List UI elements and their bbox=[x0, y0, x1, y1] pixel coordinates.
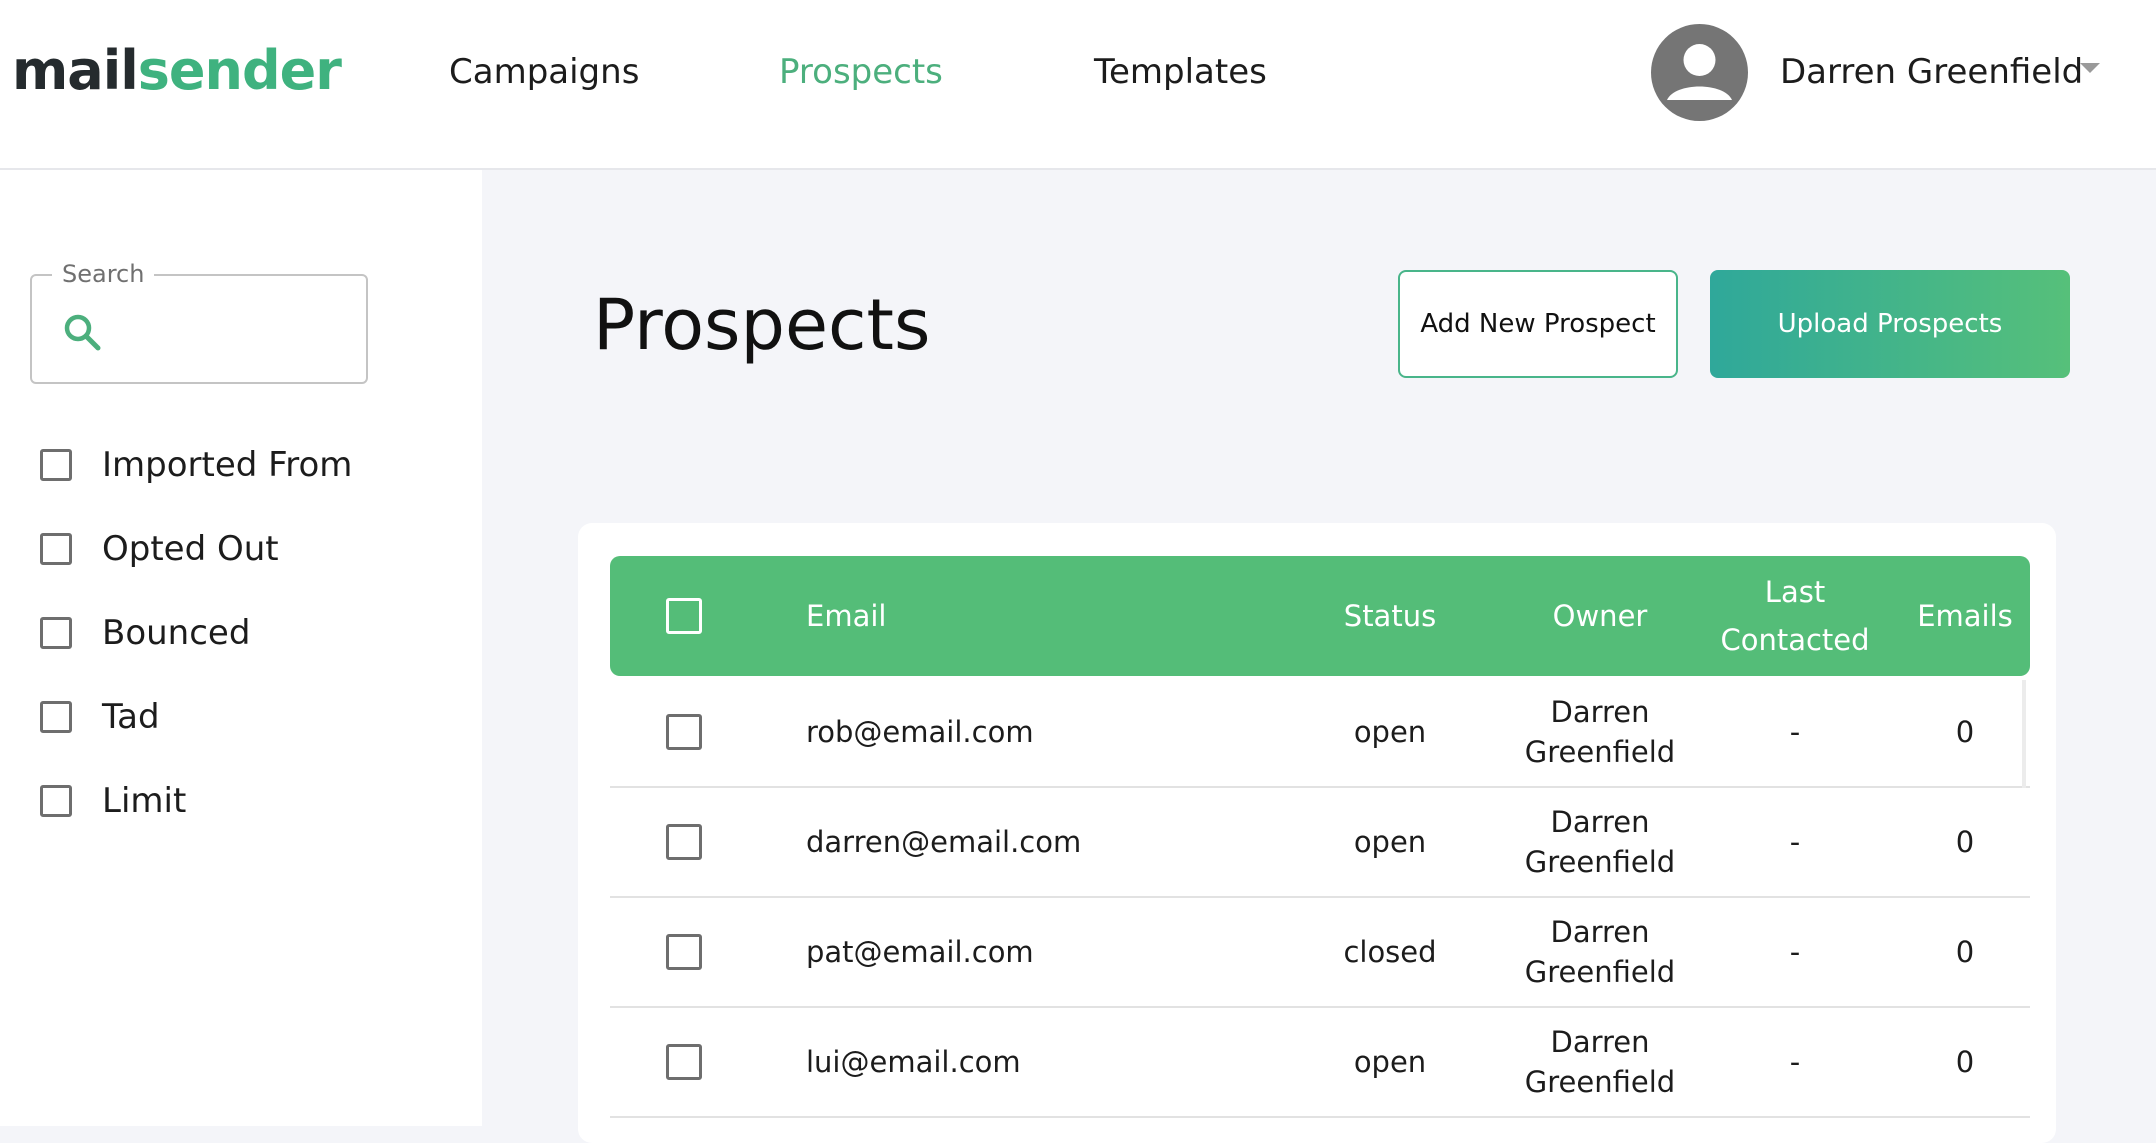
row-last-contacted: - bbox=[1789, 715, 1801, 749]
table-row[interactable]: lui@email.com open Darren Greenfield - 0 bbox=[610, 1008, 2030, 1118]
top-navbar: mailsender Campaigns Prospects Templates… bbox=[0, 0, 2156, 170]
row-owner-last: Greenfield bbox=[1524, 1065, 1676, 1099]
column-header-owner[interactable]: Owner bbox=[1500, 592, 1700, 640]
select-all-checkbox[interactable] bbox=[666, 598, 702, 634]
row-email[interactable]: darren@email.com bbox=[806, 788, 1081, 896]
table-row[interactable]: pat@email.com closed Darren Greenfield -… bbox=[610, 898, 2030, 1008]
row-owner-first: Darren bbox=[1550, 1025, 1650, 1059]
search-label: Search bbox=[52, 260, 155, 288]
person-icon bbox=[1667, 44, 1732, 100]
filter-sidebar: Search Imported From Opted Out Bounced T… bbox=[0, 170, 482, 1126]
row-owner: Darren Greenfield bbox=[1500, 788, 1700, 896]
row-last-contacted: - bbox=[1789, 1045, 1801, 1079]
search-input[interactable] bbox=[122, 302, 346, 360]
row-checkbox[interactable] bbox=[666, 824, 702, 860]
row-last-contacted: - bbox=[1789, 935, 1801, 969]
filter-label: Bounced bbox=[102, 613, 251, 653]
row-owner-last: Greenfield bbox=[1524, 845, 1676, 879]
logo-text-sender: sender bbox=[137, 39, 342, 102]
row-owner-last: Greenfield bbox=[1524, 735, 1676, 769]
nav-campaigns[interactable]: Campaigns bbox=[449, 50, 639, 94]
column-header-last-contacted[interactable]: Last Contacted bbox=[1690, 568, 1900, 664]
row-owner-first: Darren bbox=[1550, 805, 1650, 839]
user-avatar-icon[interactable] bbox=[1651, 24, 1748, 121]
filter-label: Tad bbox=[102, 697, 160, 737]
row-owner: Darren Greenfield bbox=[1500, 678, 1700, 786]
nav-templates[interactable]: Templates bbox=[1094, 50, 1267, 94]
row-checkbox[interactable] bbox=[666, 1044, 702, 1080]
filter-label: Imported From bbox=[102, 445, 353, 485]
row-email[interactable]: pat@email.com bbox=[806, 898, 1034, 1006]
add-new-prospect-button[interactable]: Add New Prospect bbox=[1398, 270, 1678, 378]
table-scrollbar[interactable] bbox=[2022, 680, 2026, 788]
row-status: open bbox=[1353, 825, 1427, 859]
table-row[interactable]: darren@email.com open Darren Greenfield … bbox=[610, 788, 2030, 898]
row-owner: Darren Greenfield bbox=[1500, 1008, 1700, 1116]
nav-prospects[interactable]: Prospects bbox=[779, 50, 943, 94]
row-emails-count: 0 bbox=[1955, 935, 1975, 969]
logo-text-mail: mail bbox=[12, 39, 139, 102]
column-header-emails[interactable]: Emails bbox=[1900, 592, 2030, 640]
row-checkbox[interactable] bbox=[666, 934, 702, 970]
column-header-status[interactable]: Status bbox=[1310, 592, 1470, 640]
user-name[interactable]: Darren Greenfield bbox=[1780, 50, 2083, 94]
row-last-contacted: - bbox=[1789, 825, 1801, 859]
row-email[interactable]: lui@email.com bbox=[806, 1008, 1021, 1116]
row-emails-count: 0 bbox=[1955, 1045, 1975, 1079]
filter-checkbox[interactable] bbox=[40, 701, 72, 733]
column-header-last-contacted-line1: Last bbox=[1764, 575, 1826, 609]
search-field[interactable]: Search bbox=[30, 260, 368, 384]
search-icon bbox=[64, 314, 101, 351]
filter-limit[interactable]: Limit bbox=[40, 776, 186, 826]
filter-label: Opted Out bbox=[102, 529, 279, 569]
table-row[interactable]: rob@email.com open Darren Greenfield - 0 bbox=[610, 678, 2030, 788]
chevron-down-icon[interactable] bbox=[2080, 63, 2100, 73]
app-logo[interactable]: mailsender bbox=[12, 36, 342, 106]
row-emails-count: 0 bbox=[1955, 715, 1975, 749]
column-header-email[interactable]: Email bbox=[806, 592, 886, 640]
page-title: Prospects bbox=[593, 284, 931, 366]
filter-label: Limit bbox=[102, 781, 187, 821]
filter-checkbox[interactable] bbox=[40, 449, 72, 481]
row-owner-first: Darren bbox=[1550, 915, 1650, 949]
row-status: closed bbox=[1343, 935, 1437, 969]
row-emails-count: 0 bbox=[1955, 825, 1975, 859]
filter-checkbox[interactable] bbox=[40, 533, 72, 565]
row-owner: Darren Greenfield bbox=[1500, 898, 1700, 1006]
row-email[interactable]: rob@email.com bbox=[806, 678, 1034, 786]
filter-opted-out[interactable]: Opted Out bbox=[40, 524, 279, 574]
row-status: open bbox=[1353, 1045, 1427, 1079]
column-header-last-contacted-line2: Contacted bbox=[1720, 623, 1870, 657]
filter-checkbox[interactable] bbox=[40, 785, 72, 817]
row-owner-last: Greenfield bbox=[1524, 955, 1676, 989]
filter-checkbox[interactable] bbox=[40, 617, 72, 649]
table-header: Email Status Owner Last Contacted Emails bbox=[610, 556, 2030, 676]
upload-prospects-button[interactable]: Upload Prospects bbox=[1710, 270, 2070, 378]
filter-tad[interactable]: Tad bbox=[40, 692, 160, 742]
row-checkbox[interactable] bbox=[666, 714, 702, 750]
filter-bounced[interactable]: Bounced bbox=[40, 608, 250, 658]
row-status: open bbox=[1353, 715, 1427, 749]
row-owner-first: Darren bbox=[1550, 695, 1650, 729]
filter-imported-from[interactable]: Imported From bbox=[40, 440, 352, 490]
